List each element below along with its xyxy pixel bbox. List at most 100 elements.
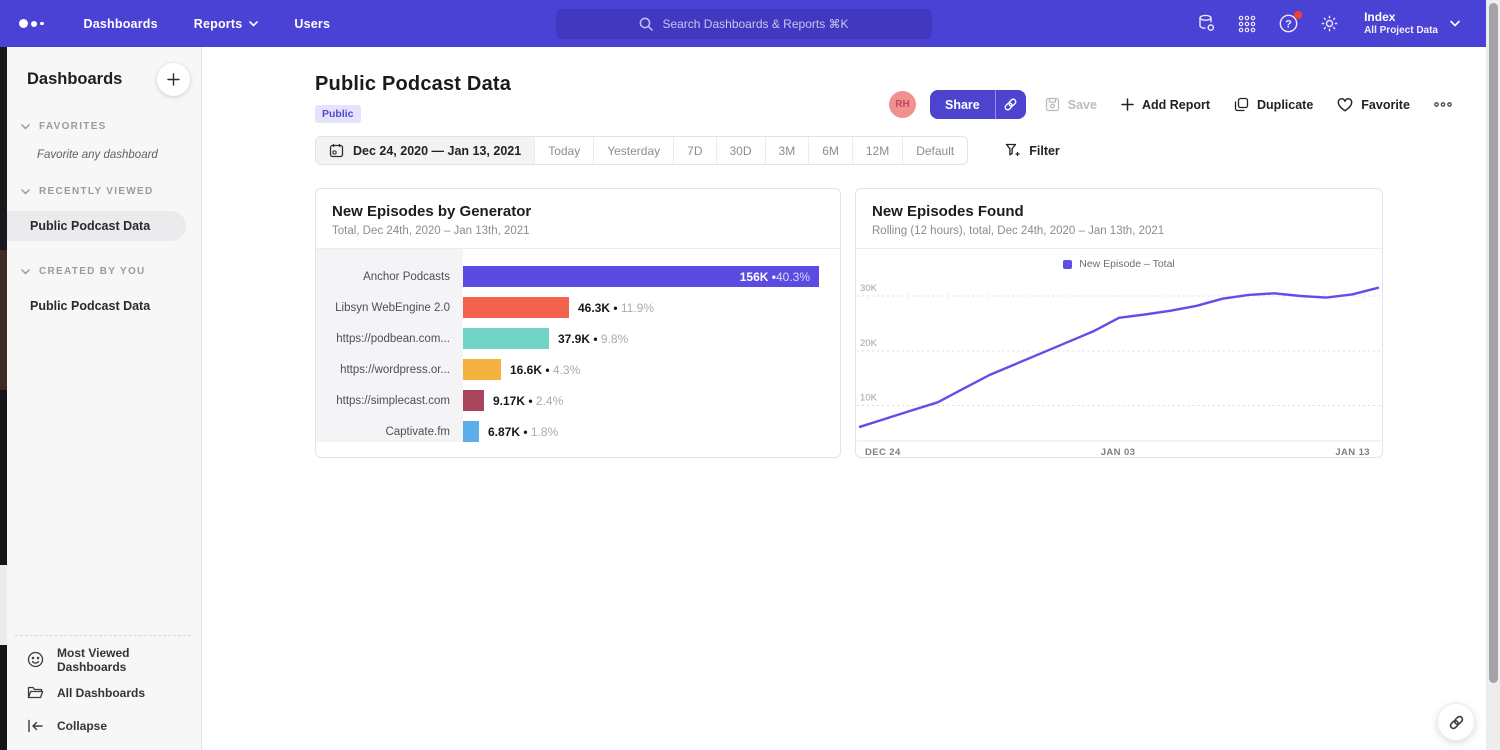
bar-category-label: Libsyn WebEngine 2.0 [316, 292, 463, 323]
nav-reports[interactable]: Reports [194, 17, 259, 31]
collapse-sidebar-button[interactable]: Collapse [15, 709, 191, 742]
sidebar-section-favorites[interactable]: FAVORITES [21, 121, 201, 132]
add-report-button[interactable]: Add Report [1121, 98, 1210, 112]
add-dashboard-button[interactable] [157, 63, 190, 96]
sidebar-item-public-podcast-data-recent[interactable]: Public Podcast Data [7, 211, 186, 241]
svg-text:?: ? [1285, 18, 1292, 30]
page-title: Public Podcast Data [315, 73, 511, 96]
bar-5[interactable] [463, 421, 479, 442]
date-preset-default[interactable]: Default [902, 137, 967, 164]
date-preset-7d[interactable]: 7D [673, 137, 715, 164]
duplicate-label: Duplicate [1257, 98, 1313, 112]
apps-grid-icon[interactable] [1236, 13, 1258, 35]
collapse-label: Collapse [57, 719, 107, 733]
chart-title: New Episodes by Generator [332, 203, 824, 220]
save-button[interactable]: Save [1045, 97, 1097, 112]
chevron-down-icon [249, 21, 258, 27]
search-input[interactable]: Search Dashboards & Reports ⌘K [556, 9, 932, 39]
x-tick-label: JAN 13 [1335, 447, 1370, 458]
copy-link-fab[interactable] [1437, 703, 1475, 741]
project-switcher[interactable]: Index All Project Data [1364, 10, 1460, 38]
nav-dashboards-label: Dashboards [84, 17, 158, 31]
date-preset-3m[interactable]: 3M [765, 137, 809, 164]
date-preset-today[interactable]: Today [534, 137, 593, 164]
share-button[interactable]: Share [930, 90, 995, 119]
bar-chart: Anchor PodcastsLibsyn WebEngine 2.0https… [316, 249, 840, 442]
date-range-bar: Dec 24, 2020 — Jan 13, 2021 TodayYesterd… [315, 136, 968, 165]
date-preset-12m[interactable]: 12M [852, 137, 902, 164]
bar-4[interactable] [463, 390, 484, 411]
bar-category-label: Anchor Podcasts [316, 261, 463, 292]
y-tick-label: 20K [860, 338, 878, 349]
most-viewed-label: Most Viewed Dashboards [57, 646, 191, 674]
main-content: Public Podcast Data Public RH Share Save… [203, 47, 1486, 750]
sidebar-footer: Most Viewed Dashboards All Dashboards Co… [15, 635, 191, 744]
bar-row: 46.3K • 11.9% [463, 292, 840, 323]
ellipsis-icon [1434, 102, 1452, 107]
filter-button[interactable]: Filter [1005, 143, 1060, 158]
date-preset-6m[interactable]: 6M [808, 137, 852, 164]
nav-dashboards[interactable]: Dashboards [84, 17, 158, 31]
sidebar-item-public-podcast-data-created[interactable]: Public Podcast Data [7, 291, 201, 321]
avatar[interactable]: RH [889, 91, 916, 118]
favorite-button[interactable]: Favorite [1337, 98, 1410, 112]
legend-label: New Episode – Total [1079, 258, 1175, 270]
bar-row: 37.9K • 9.8% [463, 323, 840, 354]
vertical-scrollbar[interactable] [1486, 0, 1500, 750]
calendar-icon [329, 143, 344, 158]
help-icon[interactable]: ? [1277, 13, 1299, 35]
chevron-down-icon [21, 189, 30, 195]
share-link-button[interactable] [995, 90, 1026, 119]
chevron-down-icon [1450, 20, 1460, 27]
app-logo[interactable] [19, 19, 44, 28]
favorites-label: FAVORITES [39, 121, 107, 132]
bar-category-label: https://podbean.com... [316, 323, 463, 354]
share-label: Share [945, 98, 980, 112]
chevron-down-icon [21, 269, 30, 275]
nav-users[interactable]: Users [294, 17, 330, 31]
y-tick-label: 10K [860, 393, 878, 404]
data-sources-icon[interactable] [1195, 13, 1217, 35]
nav-users-label: Users [294, 17, 330, 31]
bar-value-label: 9.17K • 2.4% [493, 394, 563, 408]
date-toolbar: Dec 24, 2020 — Jan 13, 2021 TodayYesterd… [315, 136, 1060, 165]
add-report-label: Add Report [1142, 98, 1210, 112]
bar-0[interactable]: 156K • 40.3% [463, 266, 819, 287]
line-chart-svg: 30K 20K 10K [857, 274, 1381, 442]
public-badge: Public [315, 105, 361, 123]
share-split-button: Share [930, 90, 1026, 119]
date-range-label: Dec 24, 2020 — Jan 13, 2021 [353, 144, 521, 158]
y-tick-label: 30K [860, 283, 878, 294]
date-range-button[interactable]: Dec 24, 2020 — Jan 13, 2021 [316, 137, 534, 164]
chart-legend: New Episode – Total [856, 249, 1382, 271]
plus-icon [167, 73, 180, 86]
filter-funnel-icon [1005, 143, 1020, 158]
bar-row: 6.87K • 1.8% [463, 416, 840, 447]
card-new-episodes-by-generator: New Episodes by Generator Total, Dec 24t… [315, 188, 841, 458]
most-viewed-dashboards-button[interactable]: Most Viewed Dashboards [15, 643, 191, 676]
plus-icon [1121, 98, 1134, 111]
notification-dot [1294, 11, 1302, 19]
bar-1[interactable] [463, 297, 569, 318]
duplicate-button[interactable]: Duplicate [1234, 97, 1313, 112]
all-dashboards-button[interactable]: All Dashboards [15, 676, 191, 709]
sidebar-item-label: Public Podcast Data [30, 219, 150, 233]
sidebar-item-label: Public Podcast Data [30, 299, 150, 313]
date-preset-30d[interactable]: 30D [716, 137, 765, 164]
more-options-button[interactable] [1434, 102, 1452, 107]
sidebar-section-recent[interactable]: RECENTLY VIEWED [21, 186, 201, 197]
date-preset-yesterday[interactable]: Yesterday [593, 137, 673, 164]
line-chart-plot[interactable]: 30K 20K 10K [857, 274, 1381, 442]
heart-icon [1337, 98, 1353, 112]
bar-3[interactable] [463, 359, 501, 380]
bar-category-label: Captivate.fm [316, 416, 463, 447]
scrollbar-thumb[interactable] [1489, 3, 1498, 683]
chart-subtitle: Rolling (12 hours), total, Dec 24th, 202… [872, 225, 1366, 237]
settings-icon[interactable] [1318, 13, 1340, 35]
bar-value-label: 16.6K • 4.3% [510, 363, 580, 377]
x-tick-label: DEC 24 [865, 447, 901, 458]
search-placeholder: Search Dashboards & Reports ⌘K [662, 17, 848, 31]
bar-category-label: https://simplecast.com [316, 385, 463, 416]
sidebar-section-created[interactable]: CREATED BY YOU [21, 266, 201, 277]
bar-2[interactable] [463, 328, 549, 349]
